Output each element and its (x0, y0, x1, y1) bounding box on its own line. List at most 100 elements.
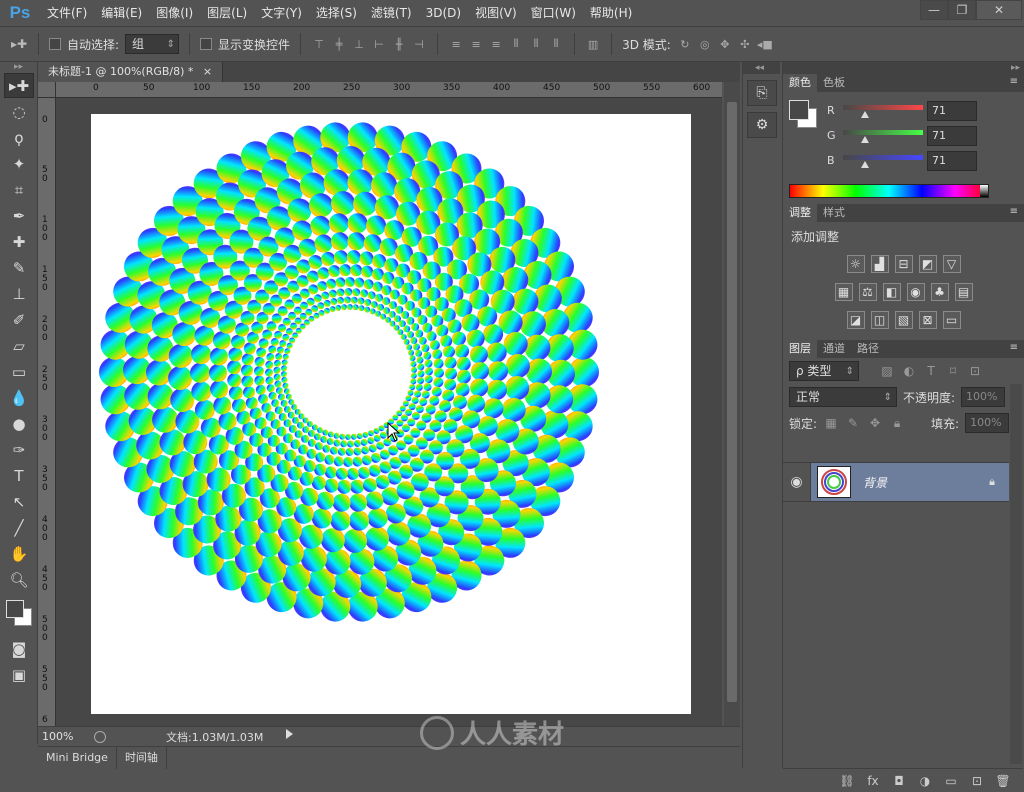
screen-mode-icon[interactable]: ▣ (4, 662, 34, 687)
auto-align-icon[interactable]: ▥ (585, 36, 601, 52)
brush-tool-icon[interactable]: ✎ (4, 255, 34, 280)
panel-grip[interactable]: ▸▸ (0, 62, 37, 72)
red-value-field[interactable]: 71 (927, 101, 977, 121)
red-track[interactable] (843, 105, 923, 110)
adjustment-icon[interactable]: ◩ (918, 255, 937, 273)
panel-grip[interactable]: ◂◂ (743, 62, 780, 74)
distribute-left-icon[interactable]: ⦀ (508, 36, 524, 52)
new-group-icon[interactable]: ▭ (943, 773, 959, 789)
menu-item[interactable]: 图像(I) (149, 0, 200, 26)
adjustment-icon[interactable]: ▭ (942, 311, 961, 329)
red-slider[interactable]: R 71 (823, 101, 1023, 122)
auto-select-checkbox[interactable] (49, 38, 61, 50)
layer-kind-filter[interactable]: ρ 类型 (789, 361, 859, 381)
status-options-icon[interactable] (94, 730, 106, 743)
adjustment-icon[interactable]: ◪ (846, 311, 865, 329)
eye-visibility-icon[interactable]: ◉ (783, 463, 811, 501)
distribute-top-icon[interactable]: ≡ (448, 36, 464, 52)
history-panel-icon[interactable]: ⎘ (747, 80, 777, 106)
ruler-origin[interactable] (38, 82, 56, 98)
lasso-tool-icon[interactable]: ϙ (4, 125, 34, 150)
fill-field[interactable]: 100% (965, 413, 1010, 433)
zoom-level-field[interactable]: 100% (38, 728, 88, 746)
align-hcenter-icon[interactable]: ╫ (391, 36, 407, 52)
filter-type-icon[interactable]: T (923, 363, 939, 379)
green-value-field[interactable]: 71 (927, 126, 977, 146)
document-tab-close-icon[interactable]: × (203, 65, 212, 78)
pen-tool-icon[interactable]: ✑ (4, 437, 34, 462)
menu-item[interactable]: 图层(L) (200, 0, 254, 26)
align-right-icon[interactable]: ⊣ (411, 36, 427, 52)
adjustment-icon[interactable]: ⚖ (858, 283, 877, 301)
tab-color[interactable]: 颜色 (783, 74, 817, 92)
document-canvas[interactable] (91, 114, 691, 714)
menu-item[interactable]: 3D(D) (419, 0, 468, 26)
filter-smart-object-icon[interactable]: ⊡ (967, 363, 983, 379)
delete-layer-icon[interactable]: 🗑 (995, 773, 1011, 789)
gradient-tool-icon[interactable]: ▭ (4, 359, 34, 384)
auto-select-dropdown[interactable]: 组 (125, 34, 180, 54)
distribute-hcenter-icon[interactable]: ⦀ (528, 36, 544, 52)
panel-menu-icon[interactable]: ≡ (1010, 76, 1018, 87)
show-transform-checkbox[interactable] (200, 38, 213, 50)
menu-item[interactable]: 滤镜(T) (364, 0, 419, 26)
document-tab[interactable]: 未标题-1 @ 100%(RGB/8) * × (38, 62, 224, 82)
adjustment-icon[interactable]: ▦ (834, 283, 853, 301)
tab-swatches[interactable]: 色板 (817, 74, 851, 92)
tab-paths[interactable]: 路径 (851, 340, 885, 358)
move-tool-preset-icon[interactable]: ▸✚ (10, 35, 28, 53)
tab-mini-bridge[interactable]: Mini Bridge (38, 746, 117, 769)
filter-adjustment-icon[interactable]: ◐ (901, 363, 917, 379)
panel-collapse-grip[interactable]: ▸▸ (783, 62, 1024, 74)
align-vcenter-icon[interactable]: ╪ (331, 36, 347, 52)
adjustment-icon[interactable]: ♣ (930, 283, 949, 301)
green-track[interactable] (843, 130, 923, 135)
distribute-right-icon[interactable]: ⦀ (548, 36, 564, 52)
restore-button[interactable]: ❐ (948, 0, 976, 20)
dodge-tool-icon[interactable]: ● (4, 411, 34, 436)
quick-mask-icon[interactable]: ◙ (4, 636, 34, 661)
blue-value-field[interactable]: 71 (927, 151, 977, 171)
menu-item[interactable]: 视图(V) (468, 0, 524, 26)
path-selection-tool-icon[interactable]: ↖ (4, 489, 34, 514)
menu-item[interactable]: 帮助(H) (583, 0, 639, 26)
slide-3d-icon[interactable]: ✣ (737, 36, 753, 52)
adjustment-icon[interactable]: ◧ (882, 283, 901, 301)
blur-tool-icon[interactable]: 💧 (4, 385, 34, 410)
new-adjustment-layer-icon[interactable]: ◑ (917, 773, 933, 789)
blue-slider[interactable]: B 71 (823, 151, 1023, 172)
add-mask-icon[interactable]: ◘ (891, 773, 907, 789)
lock-all-icon[interactable]: 🔒︎ (889, 415, 905, 431)
adjustment-icon[interactable]: ⊟ (894, 255, 913, 273)
new-layer-icon[interactable]: ⊡ (969, 773, 985, 789)
type-tool-icon[interactable]: T (4, 463, 34, 488)
blend-mode-dropdown[interactable]: 正常 (789, 387, 897, 407)
distribute-vcenter-icon[interactable]: ≡ (468, 36, 484, 52)
vertical-scrollbar[interactable] (724, 82, 740, 726)
menu-item[interactable]: 文字(Y) (254, 0, 309, 26)
blue-track[interactable] (843, 155, 923, 160)
crop-tool-icon[interactable]: ⌗ (4, 177, 34, 202)
opacity-field[interactable]: 100% (961, 387, 1006, 407)
clone-stamp-tool-icon[interactable]: ⊥ (4, 281, 34, 306)
link-layers-icon[interactable]: ⛓ (839, 773, 855, 789)
panel-menu-icon[interactable]: ≡ (1010, 342, 1018, 353)
menu-item[interactable]: 窗口(W) (524, 0, 583, 26)
scale-3d-icon[interactable]: ◂■ (757, 36, 773, 52)
align-bottom-icon[interactable]: ⊥ (351, 36, 367, 52)
adjustment-icon[interactable]: ◫ (870, 311, 889, 329)
adjustment-icon[interactable]: ◉ (906, 283, 925, 301)
tab-layers[interactable]: 图层 (783, 340, 817, 358)
menu-item[interactable]: 选择(S) (309, 0, 364, 26)
lock-transparent-icon[interactable]: ▦ (823, 415, 839, 431)
healing-brush-tool-icon[interactable]: ✚ (4, 229, 34, 254)
green-slider[interactable]: G 71 (823, 126, 1023, 147)
layer-name[interactable]: 背景 (863, 474, 989, 491)
roll-3d-icon[interactable]: ◎ (697, 36, 713, 52)
blue-knob[interactable] (861, 161, 870, 168)
properties-panel-icon[interactable]: ⚙ (747, 112, 777, 138)
tab-styles[interactable]: 样式 (817, 204, 851, 222)
panel-foreground-swatch[interactable] (789, 100, 809, 120)
horizontal-ruler[interactable]: 0 50 100 150 200 250 300 350 400 450 500 550 600 (56, 82, 722, 98)
minimize-button[interactable]: — (920, 0, 948, 20)
